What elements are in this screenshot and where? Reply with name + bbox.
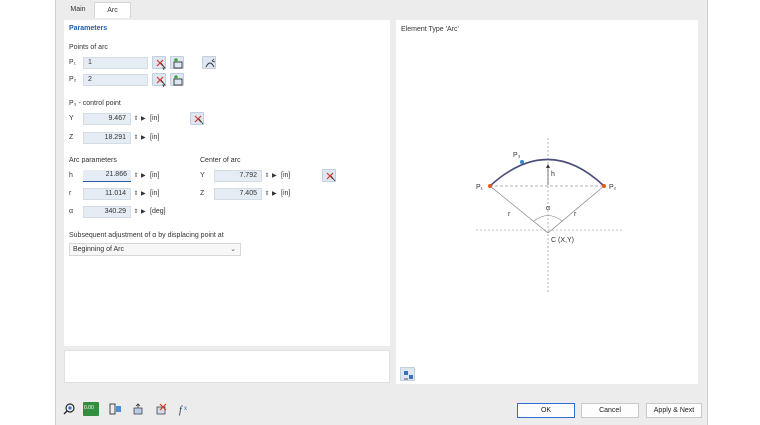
p3-z-unit: [in] (150, 134, 160, 141)
point-p1 (488, 184, 492, 188)
delete-icon[interactable] (154, 402, 168, 416)
point-p3 (520, 160, 524, 164)
parameters-heading: Parameters (69, 25, 108, 32)
pick-point-icon (194, 115, 204, 125)
svg-text:x: x (184, 406, 187, 412)
svg-text:f: f (179, 405, 183, 416)
pick-node-icon (156, 76, 166, 87)
center-y-label: Y (200, 172, 205, 179)
r-input[interactable]: 11.014 (83, 188, 131, 200)
r-label: r (69, 190, 72, 197)
preview-panel: Element Type 'Arc' P₁ P₂ P₃ h r r α C (X… (396, 20, 698, 384)
p2-text: P₂ (609, 184, 617, 191)
center-of-arc-label: Center of arc (200, 157, 241, 164)
dialog-window: Main Arc Parameters Points of arc P₁ 1 P… (55, 0, 708, 425)
transform-icon[interactable] (131, 402, 145, 416)
adjustment-selected: Beginning of Arc (73, 246, 124, 253)
h-menu-arrow[interactable]: ▶ (141, 170, 147, 182)
new-node-icon (173, 75, 183, 86)
radius-line-left (489, 185, 549, 234)
pick-node-p1-button[interactable] (152, 56, 166, 70)
p2-input[interactable]: 2 (83, 74, 148, 86)
p3-y-label: Y (69, 115, 74, 122)
r-menu-arrow[interactable]: ▶ (141, 188, 147, 200)
p1-text: P₁ (476, 184, 484, 191)
points-of-arc-label: Points of arc (69, 44, 108, 51)
table-icon[interactable] (108, 402, 122, 416)
swap-points-icon (205, 58, 216, 68)
main-arc (489, 158, 605, 187)
pick-point-icon (326, 172, 336, 182)
function-icon[interactable]: fx (178, 402, 192, 416)
arc-diagram: P₁ P₂ P₃ h r r α C (X,Y) (476, 138, 624, 292)
radius-line-right (547, 185, 605, 234)
view-options-icon (404, 371, 413, 380)
pick-p3-button[interactable] (190, 112, 204, 125)
search-icon[interactable] (62, 402, 76, 416)
center-z-input[interactable]: 7.405 (214, 188, 262, 200)
center-z-menu-arrow[interactable]: ▶ (272, 188, 278, 200)
center-y-menu-arrow[interactable]: ▶ (272, 170, 278, 182)
select-node-p1-button[interactable] (170, 56, 184, 69)
p3-y-unit: [in] (150, 115, 160, 122)
p3-z-label: Z (69, 134, 74, 141)
p1-input[interactable]: 1 (83, 57, 148, 69)
alpha-text: α (546, 205, 550, 212)
units-icon[interactable]: 0.00 (83, 402, 99, 416)
tab-arc[interactable]: Arc (94, 2, 131, 18)
h-input[interactable]: 21.866 (83, 170, 131, 182)
select-node-p2-button[interactable] (170, 73, 184, 86)
view-options-button[interactable] (400, 367, 415, 381)
p3-z-input[interactable]: 18.291 (83, 132, 131, 144)
alpha-label: α (69, 208, 74, 215)
point-p2 (602, 184, 606, 188)
units-icon-text: 0.00 (84, 405, 94, 411)
alpha-menu-arrow[interactable]: ▶ (141, 206, 147, 218)
h-arrow-head (546, 164, 550, 168)
chevron-down-icon: ⌄ (230, 246, 236, 253)
p3-y-input[interactable]: 9.467 (83, 113, 131, 125)
p1-label: P₁ (69, 59, 77, 66)
tab-main[interactable]: Main (62, 2, 94, 18)
pick-node-p2-button[interactable] (152, 73, 166, 87)
new-node-icon (173, 58, 183, 69)
h-label: h (69, 172, 73, 179)
adjustment-dropdown[interactable]: Beginning of Arc ⌄ (69, 243, 241, 256)
p3-y-menu-arrow[interactable]: ▶ (141, 113, 147, 125)
center-z-label: Z (200, 190, 205, 197)
r-right-text: r (574, 211, 577, 218)
adjustment-label: Subsequent adjustment of α by displacing… (69, 232, 224, 239)
pick-node-icon (156, 59, 166, 70)
parameters-panel: Parameters Points of arc P₁ 1 P₂ 2 P₃ - … (64, 20, 390, 346)
center-text: C (X,Y) (551, 237, 574, 244)
control-point-label: P₃ - control point (69, 100, 121, 107)
center-y-input[interactable]: 7.792 (214, 170, 262, 182)
pick-center-button[interactable] (322, 169, 336, 182)
apply-next-button[interactable]: Apply & Next (646, 403, 702, 418)
comment-area (64, 350, 390, 383)
h-unit: [in] (150, 172, 160, 179)
h-text: h (551, 171, 555, 178)
arc-parameters-label: Arc parameters (69, 157, 117, 164)
r-left-text: r (508, 211, 511, 218)
r-unit: [in] (150, 190, 160, 197)
alpha-unit: [deg] (150, 208, 166, 215)
p3-text: P₃ (513, 152, 521, 159)
p2-label: P₂ (69, 76, 77, 83)
swap-points-button[interactable] (202, 56, 216, 69)
ok-button[interactable]: OK (517, 403, 575, 418)
alpha-input[interactable]: 340.29 (83, 206, 131, 218)
center-y-unit: [in] (281, 172, 291, 179)
center-z-unit: [in] (281, 190, 291, 197)
p3-z-menu-arrow[interactable]: ▶ (141, 132, 147, 144)
cancel-button[interactable]: Cancel (581, 403, 639, 418)
